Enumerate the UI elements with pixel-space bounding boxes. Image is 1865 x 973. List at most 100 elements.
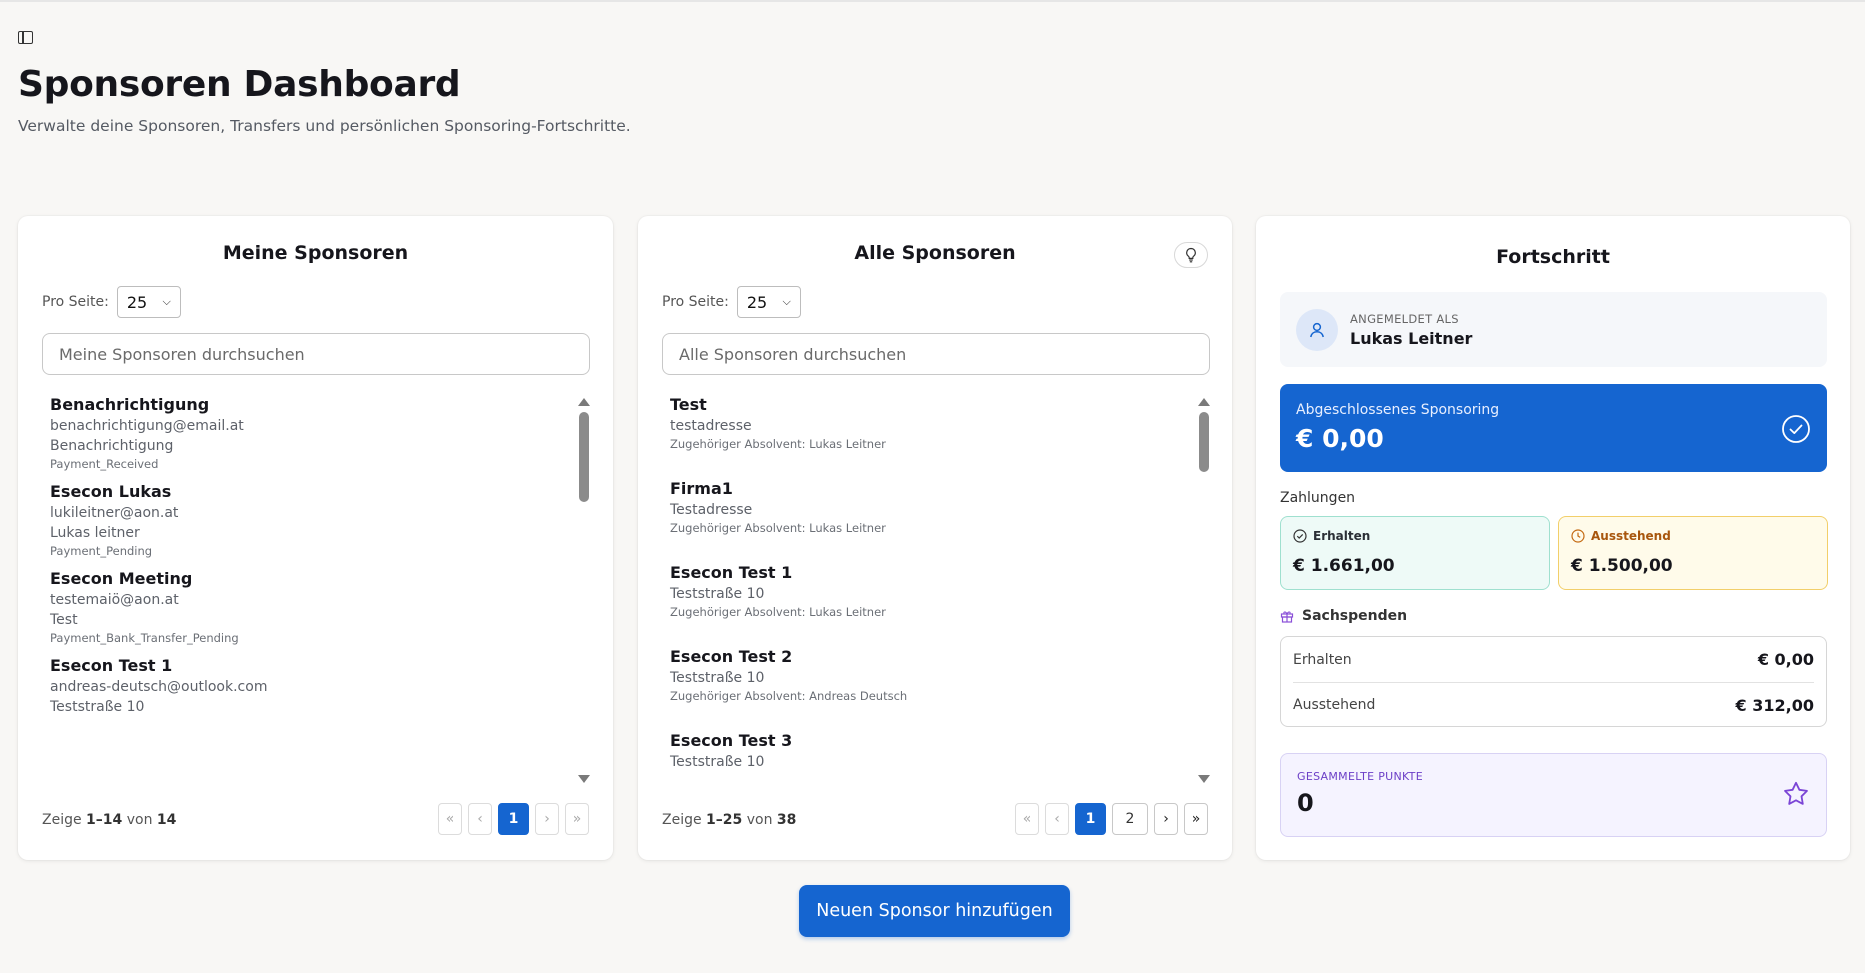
per-page-label: Pro Seite: — [662, 294, 729, 310]
sponsor-address: Teststraße 10 — [670, 670, 765, 686]
scroll-down-arrow-icon[interactable] — [578, 775, 590, 783]
avatar — [1296, 308, 1338, 351]
results-range: 1–14 — [86, 812, 123, 828]
progress-card: Fortschritt ANGEMELDET ALS Lukas Leitner… — [1256, 216, 1850, 860]
sponsor-address: testadresse — [670, 418, 752, 434]
my-sponsors-search-input[interactable] — [42, 333, 590, 375]
page-2-button[interactable]: 2 — [1112, 803, 1148, 835]
scrollbar[interactable] — [576, 394, 590, 787]
sponsor-name: Test — [670, 395, 707, 414]
lightbulb-icon — [1186, 247, 1196, 263]
scroll-up-arrow-icon[interactable] — [1198, 398, 1210, 406]
pending-label: Ausstehend — [1591, 529, 1671, 543]
results-count: Zeige 1–14 von 14 — [42, 812, 176, 828]
results-count: Zeige 1–25 von 38 — [662, 812, 796, 828]
sponsor-name: Esecon Test 1 — [50, 656, 173, 675]
pagination: « ‹ 1 2 › » — [1015, 803, 1208, 835]
list-item[interactable]: Firma1 Testadresse Zugehöriger Absolvent… — [662, 478, 894, 536]
next-page-button[interactable]: › — [1154, 803, 1178, 835]
clock-icon — [1571, 529, 1585, 543]
scroll-thumb[interactable] — [579, 412, 589, 502]
donations-heading: Sachspenden — [1280, 608, 1407, 624]
my-sponsors-list: Benachrichtigung benachrichtigung@email.… — [42, 394, 590, 787]
completed-label: Abgeschlossenes Sponsoring — [1296, 402, 1500, 418]
list-item[interactable]: Esecon Test 1 Teststraße 10 Zugehöriger … — [662, 562, 894, 620]
sponsor-email: lukileitner@aon.at — [50, 505, 179, 521]
sponsor-status: Payment_Pending — [50, 544, 153, 558]
per-page-control: Pro Seite: 25 ⌵ — [42, 286, 181, 318]
sponsor-name: Firma1 — [670, 479, 733, 498]
per-page-select[interactable]: 25 ⌵ — [736, 286, 801, 318]
pending-value: € 1.500,00 — [1571, 556, 1673, 576]
progress-title: Fortschritt — [1496, 246, 1610, 268]
received-label: Erhalten — [1313, 529, 1371, 543]
page-1-button[interactable]: 1 — [498, 803, 529, 835]
prev-page-button[interactable]: ‹ — [468, 803, 492, 835]
sponsor-contact: Benachrichtigung — [50, 438, 174, 454]
scroll-up-arrow-icon[interactable] — [578, 398, 590, 406]
list-item[interactable]: Esecon Test 2 Teststraße 10 Zugehöriger … — [662, 646, 915, 704]
sponsor-name: Esecon Lukas — [50, 482, 172, 501]
top-divider — [0, 0, 1865, 2]
sponsor-email: andreas-deutsch@outlook.com — [50, 679, 268, 695]
my-sponsors-title: Meine Sponsoren — [222, 242, 409, 264]
user-name: Lukas Leitner — [1350, 328, 1473, 348]
payments-pending-box: Ausstehend € 1.500,00 — [1558, 516, 1828, 590]
sponsor-address: Testadresse — [670, 502, 753, 518]
tips-button[interactable] — [1174, 242, 1208, 268]
results-total: 38 — [776, 812, 797, 828]
results-prefix: Zeige — [662, 812, 702, 828]
all-sponsors-title: Alle Sponsoren — [854, 242, 1016, 264]
user-icon — [1310, 322, 1324, 337]
sponsor-graduate: Zugehöriger Absolvent: Andreas Deutsch — [670, 689, 908, 703]
per-page-value: 25 — [126, 292, 148, 312]
sponsor-status: Payment_Bank_Transfer_Pending — [50, 631, 239, 645]
sidebar-toggle-icon[interactable] — [18, 31, 33, 44]
donation-row: Erhalten € 0,00 — [1293, 637, 1814, 682]
last-page-button[interactable]: » — [1184, 803, 1208, 835]
completed-sponsoring-box: Abgeschlossenes Sponsoring € 0,00 — [1280, 384, 1827, 472]
list-item[interactable]: Esecon Lukas lukileitner@aon.at Lukas le… — [42, 481, 186, 559]
check-circle-icon — [1782, 415, 1810, 443]
scroll-thumb[interactable] — [1199, 412, 1209, 472]
list-item[interactable]: Esecon Test 3 Teststraße 10 — [662, 730, 800, 772]
logged-in-label: ANGEMELDET ALS — [1350, 311, 1459, 326]
sponsor-graduate: Zugehöriger Absolvent: Lukas Leitner — [670, 521, 886, 535]
page-1-button[interactable]: 1 — [1075, 803, 1106, 835]
scrollbar[interactable] — [1196, 394, 1210, 787]
results-of: von — [126, 812, 153, 828]
results-of: von — [746, 812, 773, 828]
received-value: € 1.661,00 — [1293, 556, 1395, 576]
results-prefix: Zeige — [42, 812, 82, 828]
first-page-button[interactable]: « — [1015, 803, 1039, 835]
per-page-select[interactable]: 25 ⌵ — [116, 286, 181, 318]
list-item[interactable]: Test testadresse Zugehöriger Absolvent: … — [662, 394, 894, 452]
donation-row: Ausstehend € 312,00 — [1293, 682, 1814, 727]
all-sponsors-search-input[interactable] — [662, 333, 1210, 375]
sponsor-name: Esecon Test 1 — [670, 563, 793, 582]
sponsor-contact: Lukas leitner — [50, 525, 140, 541]
gift-icon — [1280, 611, 1294, 623]
add-sponsor-button[interactable]: Neuen Sponsor hinzufügen — [799, 885, 1070, 937]
scroll-down-arrow-icon[interactable] — [1198, 775, 1210, 783]
sponsor-graduate: Zugehöriger Absolvent: Lukas Leitner — [670, 437, 886, 451]
sponsor-name: Benachrichtigung — [50, 395, 210, 414]
star-icon — [1784, 781, 1808, 805]
next-page-button[interactable]: › — [535, 803, 559, 835]
list-item[interactable]: Benachrichtigung benachrichtigung@email.… — [42, 394, 252, 472]
prev-page-button[interactable]: ‹ — [1045, 803, 1069, 835]
page-subtitle: Verwalte deine Sponsoren, Transfers und … — [18, 117, 631, 135]
sponsor-contact: Teststraße 10 — [50, 699, 145, 715]
list-item[interactable]: Esecon Meeting testemaiö@aon.at Test Pay… — [42, 568, 247, 646]
last-page-button[interactable]: » — [565, 803, 589, 835]
sponsor-address: Teststraße 10 — [670, 586, 765, 602]
donation-label: Erhalten — [1293, 651, 1352, 668]
page-title: Sponsoren Dashboard — [18, 64, 461, 105]
sponsor-email: benachrichtigung@email.at — [50, 418, 244, 434]
chevron-down-icon: ⌵ — [162, 295, 171, 308]
check-circle-icon — [1293, 529, 1307, 543]
logged-in-user: ANGEMELDET ALS Lukas Leitner — [1280, 292, 1827, 367]
first-page-button[interactable]: « — [438, 803, 462, 835]
list-item[interactable]: Esecon Test 1 andreas-deutsch@outlook.co… — [42, 655, 275, 717]
pagination: « ‹ 1 › » — [438, 803, 589, 835]
